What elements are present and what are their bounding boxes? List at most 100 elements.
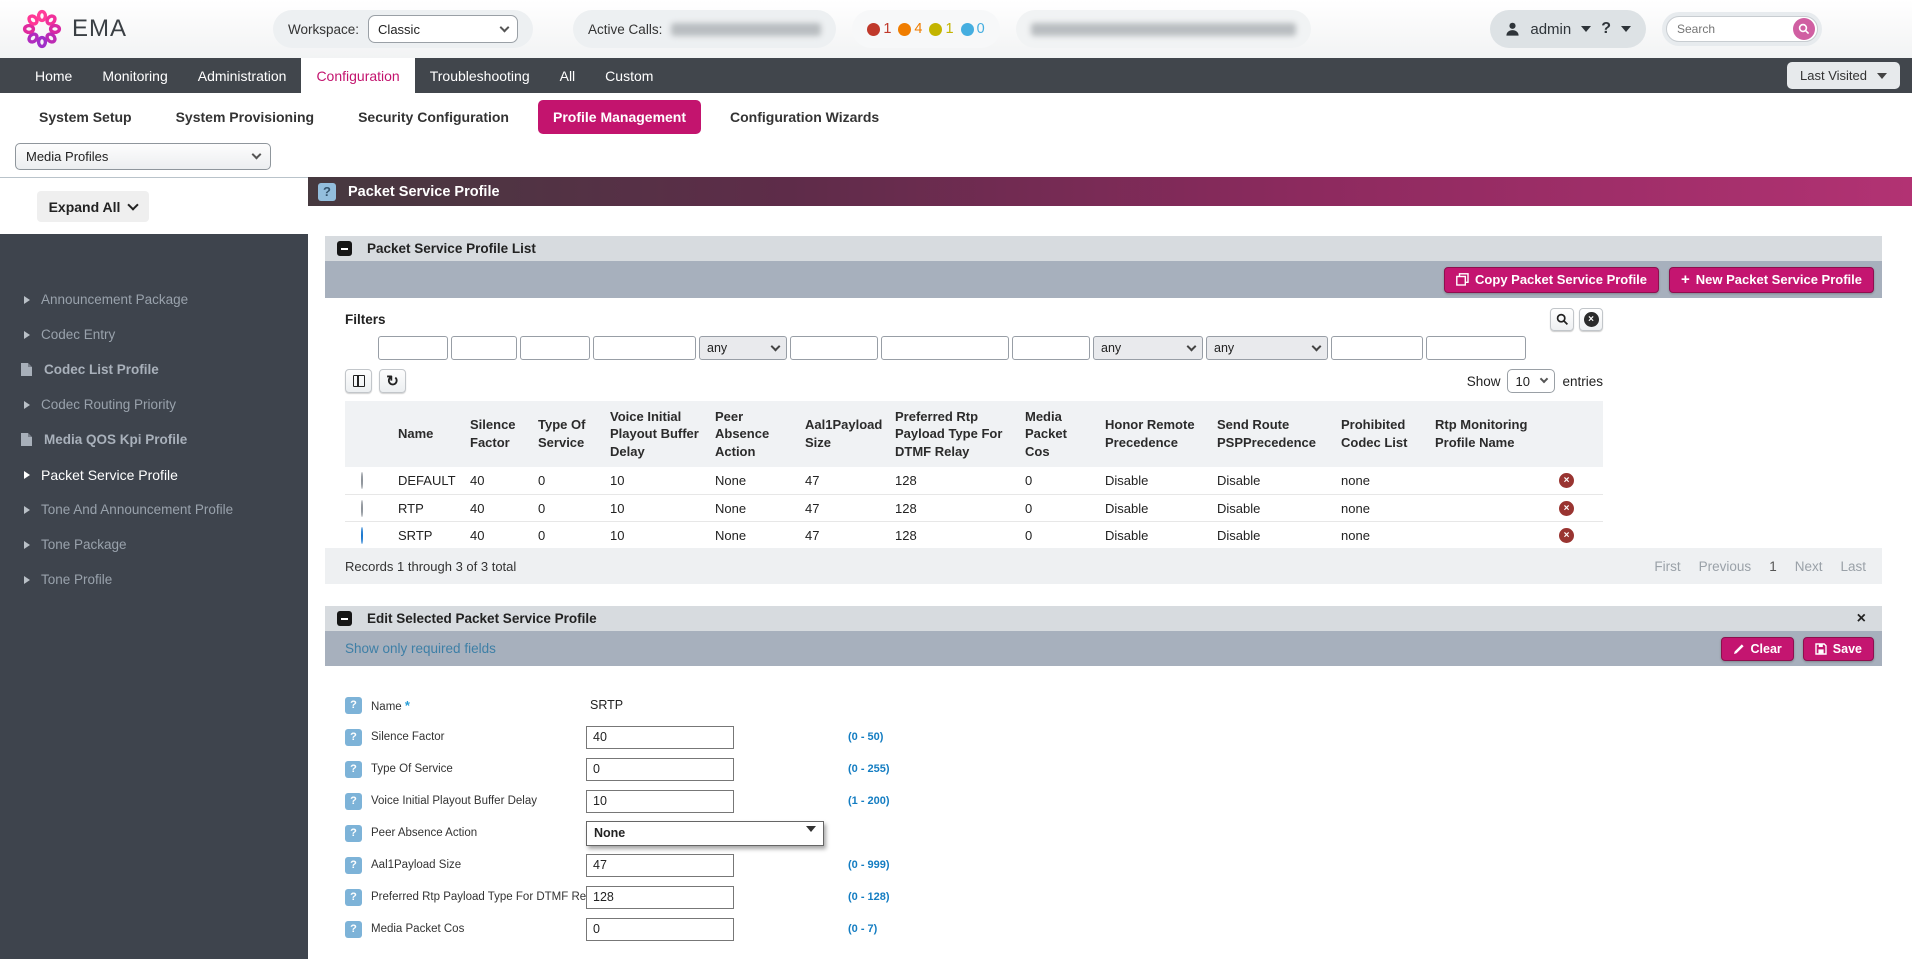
- sidebar-item-media-qos-kpi-profile[interactable]: Media QOS Kpi Profile: [0, 422, 308, 457]
- pagination-next[interactable]: Next: [1795, 559, 1823, 574]
- chevron-down-icon: [806, 826, 816, 832]
- field-input-voice-initial-playout-buffer-delay[interactable]: [586, 790, 734, 813]
- nav-item-all[interactable]: All: [545, 58, 591, 93]
- field-help-icon[interactable]: ?: [345, 697, 362, 714]
- nav-item-custom[interactable]: Custom: [590, 58, 668, 93]
- table-cell: 47: [797, 496, 887, 521]
- field-help-icon[interactable]: ?: [345, 825, 362, 842]
- close-icon[interactable]: ×: [1857, 610, 1870, 628]
- apply-filters-button[interactable]: [1550, 308, 1574, 331]
- row-radio[interactable]: [361, 500, 363, 517]
- filter-input-11[interactable]: [1426, 336, 1526, 360]
- delete-row-button[interactable]: ×: [1559, 473, 1574, 488]
- profile-type-row: Media Profiles: [0, 140, 1912, 177]
- field-help-icon[interactable]: ?: [345, 857, 362, 874]
- pagination-previous[interactable]: Previous: [1699, 559, 1752, 574]
- nav-item-home[interactable]: Home: [20, 58, 87, 93]
- collapse-icon[interactable]: [337, 611, 352, 626]
- filters-label: Filters: [345, 312, 386, 327]
- caret-right-icon: [24, 331, 30, 339]
- sidebar-item-tone-profile[interactable]: Tone Profile: [0, 562, 308, 597]
- field-input-aal1payload-size[interactable]: [586, 854, 734, 877]
- table-cell: Disable: [1209, 523, 1333, 548]
- tab-system-setup[interactable]: System Setup: [24, 100, 147, 134]
- page-size-select[interactable]: 10: [1507, 369, 1555, 393]
- field-input-media-packet-cos[interactable]: [586, 918, 734, 941]
- sidebar-item-codec-list-profile[interactable]: Codec List Profile: [0, 352, 308, 387]
- table-cell: DEFAULT: [390, 468, 462, 493]
- pagination-1[interactable]: 1: [1769, 559, 1777, 574]
- tab-profile-management[interactable]: Profile Management: [538, 100, 701, 134]
- nav-item-configuration[interactable]: Configuration: [301, 58, 414, 93]
- alarm-summary[interactable]: 1410: [852, 10, 999, 48]
- filter-input-3[interactable]: [593, 336, 696, 360]
- filter-select-4[interactable]: any: [699, 336, 787, 360]
- filter-input-6[interactable]: [881, 336, 1009, 360]
- filter-input-2[interactable]: [520, 336, 590, 360]
- show-required-link[interactable]: Show only required fields: [345, 641, 496, 656]
- sidebar-item-codec-entry[interactable]: Codec Entry: [0, 317, 308, 352]
- field-select-peer-absence-action[interactable]: None: [586, 821, 824, 846]
- tab-security-configuration[interactable]: Security Configuration: [343, 100, 524, 134]
- row-radio[interactable]: [361, 527, 363, 544]
- pagination-first[interactable]: First: [1654, 559, 1680, 574]
- field-help-icon[interactable]: ?: [345, 761, 362, 778]
- row-radio[interactable]: [361, 472, 363, 489]
- pagination-last[interactable]: Last: [1840, 559, 1866, 574]
- last-visited-button[interactable]: Last Visited: [1787, 62, 1900, 89]
- sidebar-item-tone-and-announcement-profile[interactable]: Tone And Announcement Profile: [0, 492, 308, 527]
- sidebar-item-label: Tone Profile: [41, 572, 112, 587]
- field-hint: (0 - 7): [848, 923, 877, 935]
- save-button[interactable]: Save: [1803, 637, 1874, 661]
- field-help-icon[interactable]: ?: [345, 921, 362, 938]
- sidebar-item-codec-routing-priority[interactable]: Codec Routing Priority: [0, 387, 308, 422]
- tab-configuration-wizards[interactable]: Configuration Wizards: [715, 100, 894, 134]
- table-cell: Disable: [1209, 496, 1333, 521]
- sidebar-item-label: Codec Entry: [41, 327, 115, 342]
- workspace-select[interactable]: Classic: [368, 15, 518, 43]
- clear-button[interactable]: Clear: [1721, 637, 1794, 661]
- search-button[interactable]: [1793, 18, 1815, 40]
- delete-row-button[interactable]: ×: [1559, 528, 1574, 543]
- field-help-icon[interactable]: ?: [345, 889, 362, 906]
- filter-select-8[interactable]: any: [1093, 336, 1203, 360]
- sidebar-item-label: Tone Package: [41, 537, 127, 552]
- collapse-icon[interactable]: [337, 241, 352, 256]
- nav-item-troubleshooting[interactable]: Troubleshooting: [415, 58, 545, 93]
- filter-input-1[interactable]: [451, 336, 517, 360]
- filter-select-9[interactable]: any: [1206, 336, 1328, 360]
- columns-icon: [353, 375, 365, 387]
- page-help-icon[interactable]: ?: [318, 183, 336, 201]
- new-profile-button[interactable]: + New Packet Service Profile: [1669, 267, 1874, 293]
- profile-type-select[interactable]: Media Profiles: [15, 143, 271, 170]
- tab-system-provisioning[interactable]: System Provisioning: [161, 100, 329, 134]
- refresh-button[interactable]: ↻: [379, 369, 406, 393]
- field-label: Silence Factor: [371, 731, 586, 743]
- close-icon: ×: [1584, 312, 1599, 327]
- field-help-icon[interactable]: ?: [345, 793, 362, 810]
- column-picker-button[interactable]: [345, 369, 372, 393]
- filter-input-10[interactable]: [1331, 336, 1423, 360]
- nav-item-administration[interactable]: Administration: [183, 58, 302, 93]
- field-input-silence-factor[interactable]: [586, 726, 734, 749]
- filter-input-0[interactable]: [378, 336, 448, 360]
- help-menu[interactable]: ?: [1601, 20, 1611, 38]
- column-header-silence-factor: Silence Factor: [462, 401, 530, 467]
- column-header-preferred-rtp-payload-type-for-dtmf-relay: Preferred Rtp Payload Type For DTMF Rela…: [887, 401, 1017, 467]
- search-input[interactable]: [1669, 22, 1793, 36]
- user-menu[interactable]: admin ?: [1490, 10, 1646, 48]
- sidebar-item-tone-package[interactable]: Tone Package: [0, 527, 308, 562]
- filter-input-5[interactable]: [790, 336, 878, 360]
- copy-profile-button[interactable]: Copy Packet Service Profile: [1444, 267, 1659, 293]
- field-help-icon[interactable]: ?: [345, 729, 362, 746]
- sidebar-item-packet-service-profile[interactable]: Packet Service Profile: [0, 457, 308, 492]
- expand-all-button[interactable]: Expand All: [37, 191, 149, 222]
- filter-input-7[interactable]: [1012, 336, 1090, 360]
- nav-item-monitoring[interactable]: Monitoring: [87, 58, 182, 93]
- sidebar-item-announcement-package[interactable]: Announcement Package: [0, 282, 308, 317]
- field-input-preferred-rtp-payload-type-for-dtmf-relay[interactable]: [586, 886, 734, 909]
- field-input-type-of-service[interactable]: [586, 758, 734, 781]
- delete-row-button[interactable]: ×: [1559, 501, 1574, 516]
- edit-panel-header: Edit Selected Packet Service Profile ×: [325, 606, 1882, 631]
- clear-filters-button[interactable]: ×: [1579, 308, 1603, 331]
